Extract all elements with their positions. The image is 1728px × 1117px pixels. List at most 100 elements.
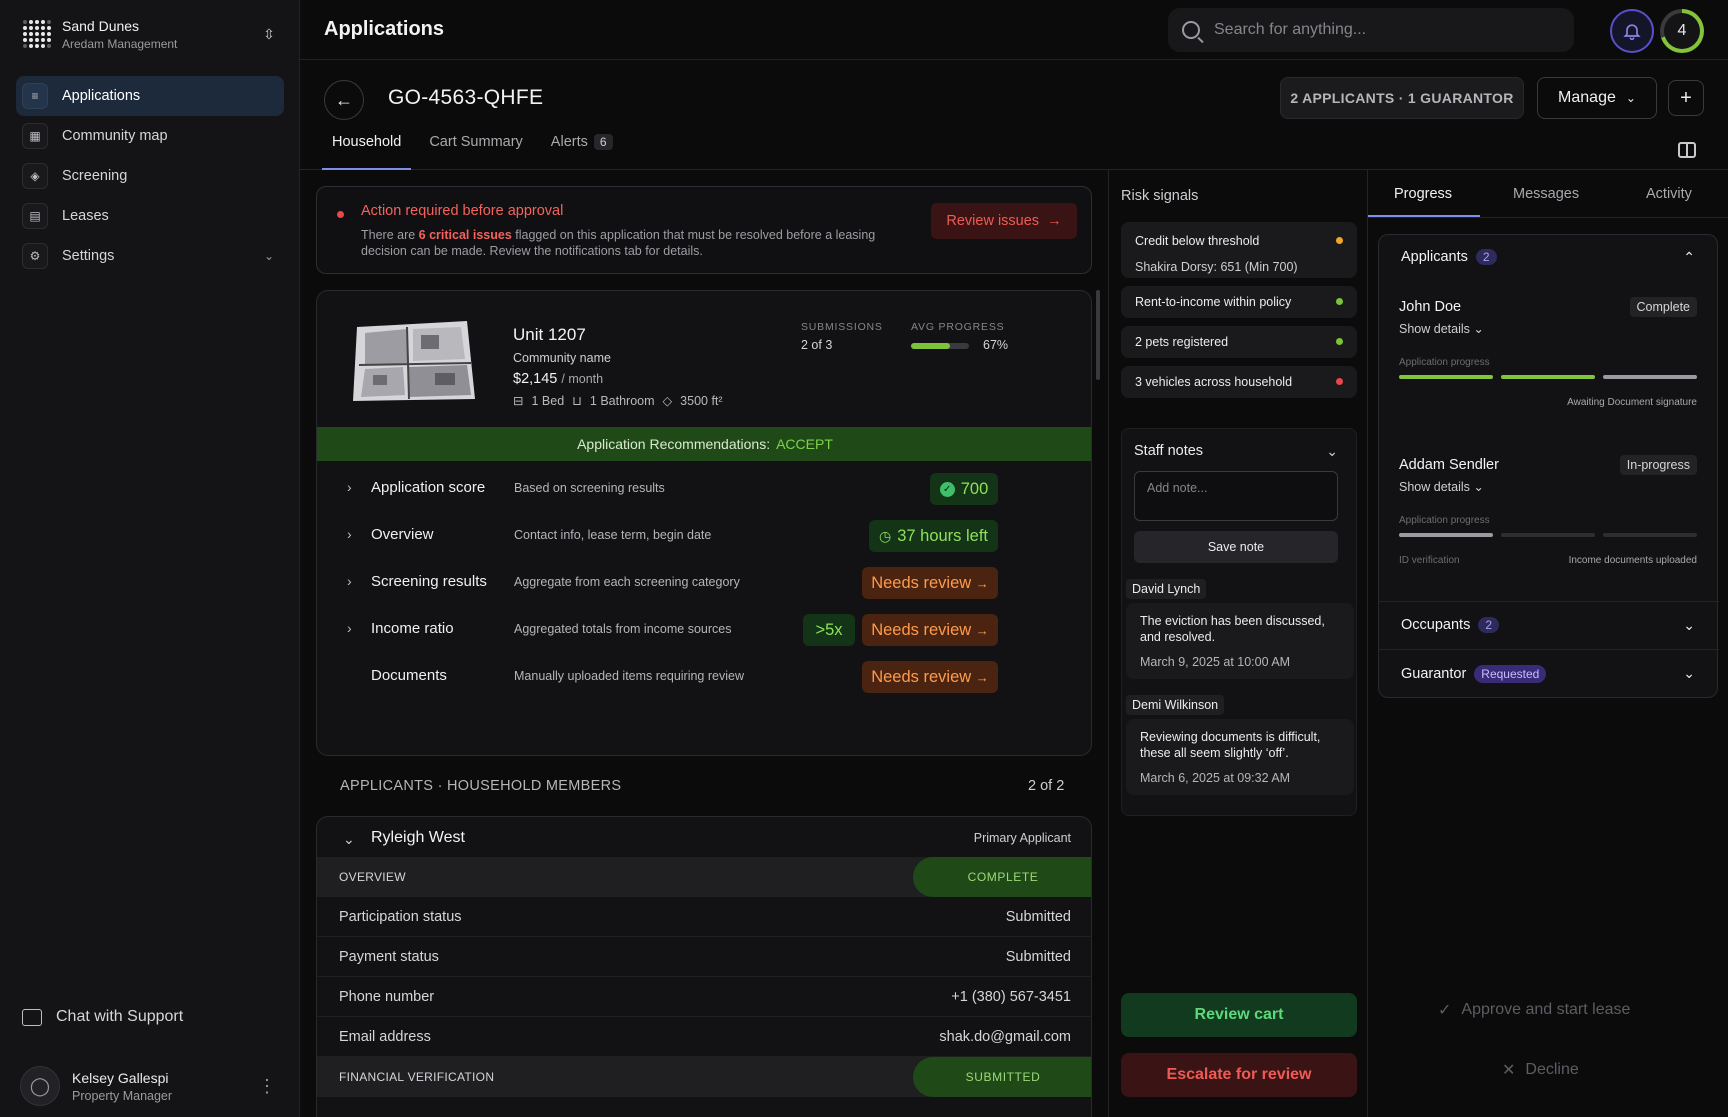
check-row-overview[interactable]: › Overview Contact info, lease term, beg… [317, 510, 1091, 562]
sidebar-item-applications[interactable]: ≡ Applications [16, 76, 284, 116]
list-icon: ≡ [22, 83, 48, 109]
check-row-screening-results[interactable]: › Screening results Aggregate from each … [317, 557, 1091, 609]
member-header[interactable]: ⌄ Ryleigh West Primary Applicant [317, 817, 1091, 861]
clock-icon: ◷ [878, 527, 892, 544]
sidebar-item-settings[interactable]: ⚙ Settings ⌄ [16, 236, 284, 276]
applicants-count-badge: 2 [1475, 249, 1497, 265]
risk-item[interactable]: Rent-to-income within policy [1121, 286, 1357, 318]
row-value: Submitted [1005, 909, 1071, 925]
chevron-right-icon: › [347, 479, 352, 495]
risk-item[interactable]: 3 vehicles across household [1121, 366, 1357, 398]
needs-review-label: Needs review [871, 620, 972, 639]
add-button[interactable]: + [1668, 80, 1704, 116]
search-icon [1182, 21, 1200, 39]
recommendation-label: Application Recommendations: [577, 436, 771, 452]
comment-author: Demi Wilkinson [1126, 695, 1225, 715]
notes-title: Staff notes [1134, 443, 1204, 459]
scrollbar[interactable] [1096, 290, 1100, 380]
kebab-menu-icon[interactable]: ⋮ [258, 1076, 276, 1097]
tab-progress[interactable]: Progress [1394, 186, 1452, 202]
applicants-header[interactable]: Applicants 2 [1401, 249, 1497, 265]
avg-progress-fill [911, 343, 950, 349]
risk-item-title: 3 vehicles across household [1135, 375, 1293, 389]
sidebar-item-community-map[interactable]: ▦ Community map [16, 116, 284, 156]
review-issues-button[interactable]: Review issues → [931, 203, 1077, 239]
right-tabs: Progress Messages Activity [1368, 170, 1728, 218]
back-button[interactable]: ← [324, 80, 364, 120]
page-title: Applications [324, 18, 445, 40]
needs-review-label: Needs review [871, 667, 972, 686]
split-view-icon[interactable] [1678, 142, 1696, 158]
needs-review-button[interactable]: Needs review → [862, 567, 998, 599]
note-input[interactable]: Add note... [1134, 471, 1338, 521]
score-value: 700 [960, 479, 989, 498]
escalate-button[interactable]: Escalate for review [1121, 1053, 1357, 1097]
user-profile[interactable]: ◯ Kelsey Gallespi Property Manager ⋮ [20, 1066, 280, 1106]
alerts-count-badge: 6 [593, 134, 613, 150]
tab-activity[interactable]: Activity [1646, 186, 1692, 202]
avg-progress-bar [911, 343, 969, 349]
application-tabs: Household Cart Summary Alerts 6 [322, 122, 631, 170]
manage-dropdown[interactable]: Manage ⌄ [1537, 77, 1657, 119]
overview-label: OVERVIEW [339, 870, 406, 884]
chevron-down-icon[interactable]: ⌄ [1683, 617, 1695, 634]
risk-status-dot-icon [1336, 237, 1343, 244]
check-title: Overview [371, 526, 434, 543]
chevron-up-icon[interactable]: ⌃ [1683, 249, 1695, 266]
progress-segment [1399, 533, 1493, 537]
chevron-down-icon[interactable]: ⌄ [1683, 665, 1695, 682]
area-icon: ◇ [662, 394, 673, 408]
review-cart-button[interactable]: Review cart [1121, 993, 1357, 1037]
search-placeholder: Search for anything... [1214, 21, 1367, 38]
risk-item[interactable]: 2 pets registered [1121, 326, 1357, 358]
check-row-documents[interactable]: Documents Manually uploaded items requir… [317, 651, 1091, 703]
check-row-income-ratio[interactable]: › Income ratio Aggregated totals from in… [317, 604, 1091, 656]
check-desc: Aggregated totals from income sources [514, 622, 732, 636]
alert-title: Action required before approval [361, 203, 564, 219]
risk-item-title: Rent-to-income within policy [1135, 295, 1292, 309]
show-details-link[interactable]: Show details ⌄ [1399, 479, 1484, 494]
occupants-count-badge: 2 [1478, 617, 1500, 633]
tab-label: Alerts [550, 134, 588, 150]
staff-notes: Staff notes ⌄ Add note... Save note Davi… [1121, 428, 1357, 816]
comment: Reviewing documents is difficult, these … [1126, 719, 1354, 795]
tab-household[interactable]: Household [322, 122, 412, 170]
org-switcher[interactable]: Sand Dunes Aredam Management ⇳ [22, 14, 278, 54]
sidebar: Sand Dunes Aredam Management ⇳ ≡ Applica… [0, 0, 300, 1117]
approve-lease-button[interactable]: ✓ Approve and start lease [1438, 1000, 1630, 1020]
save-note-button[interactable]: Save note [1134, 531, 1338, 563]
check-row-application-score[interactable]: › Application score Based on screening r… [317, 463, 1091, 515]
risk-item[interactable]: Credit below threshold Shakira Dorsy: 65… [1121, 222, 1357, 278]
chevron-down-icon[interactable]: ⌄ [1326, 443, 1338, 460]
show-details-link[interactable]: Show details ⌄ [1399, 321, 1484, 336]
needs-review-button[interactable]: Needs review → [862, 614, 998, 646]
bell-icon[interactable] [1610, 9, 1654, 53]
decline-button[interactable]: ✕ Decline [1502, 1060, 1579, 1080]
divider [1379, 601, 1719, 602]
tab-messages[interactable]: Messages [1513, 186, 1579, 202]
org-name: Sand Dunes [62, 17, 140, 34]
tab-label: Cart Summary [429, 134, 523, 150]
tab-cart-summary[interactable]: Cart Summary [419, 122, 532, 170]
guarantor-header[interactable]: Guarantor Requested [1401, 665, 1547, 683]
approve-label: Approve and start lease [1461, 1001, 1631, 1018]
sidebar-item-leases[interactable]: ▤ Leases [16, 196, 284, 236]
needs-review-button[interactable]: Needs review → [862, 661, 998, 693]
chevron-right-icon: › [347, 620, 352, 636]
notification-count-ring[interactable]: 4 [1660, 9, 1704, 53]
search-input[interactable]: Search for anything... [1168, 8, 1574, 52]
chat-support-button[interactable]: Chat with Support [22, 1008, 183, 1026]
application-header: ← GO-4563-QHFE 2 APPLICANTS · 1 GUARANTO… [300, 60, 1728, 170]
progress-note: Awaiting Document signature [1567, 397, 1697, 408]
chevron-down-icon: ⌄ [1473, 480, 1484, 494]
needs-review-label: Needs review [871, 573, 972, 592]
notification-count: 4 [1664, 13, 1700, 49]
check-title: Application score [371, 479, 486, 496]
sidebar-item-screening[interactable]: ◈ Screening [16, 156, 284, 196]
occupants-header[interactable]: Occupants 2 [1401, 617, 1500, 633]
sidebar-item-label: Screening [62, 168, 128, 184]
sidebar-item-label: Leases [62, 208, 109, 224]
tab-alerts[interactable]: Alerts 6 [541, 122, 623, 170]
baths: 1 Bathroom [589, 393, 655, 408]
row-key: Phone number [339, 989, 435, 1005]
